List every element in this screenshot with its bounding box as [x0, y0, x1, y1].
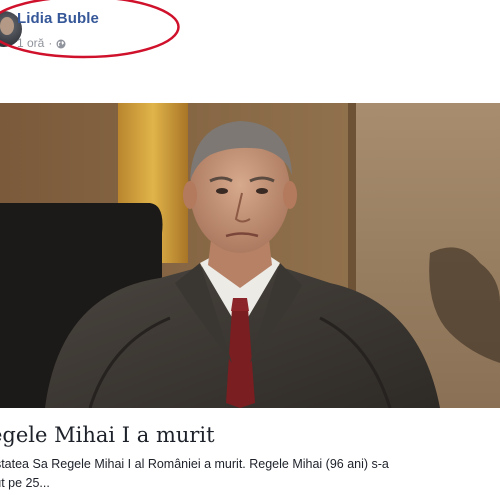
annotation-ellipse	[0, 0, 180, 59]
link-description: estatea Sa Regele Mihai I al României a …	[0, 455, 500, 493]
avatar-face	[0, 17, 14, 35]
post-header: Lidia Buble 1 oră ·	[0, 0, 500, 70]
link-preview-image[interactable]	[0, 103, 500, 408]
post-timestamp[interactable]: 1 oră	[17, 36, 44, 50]
meta-separator: ·	[48, 36, 53, 50]
link-title[interactable]: egele Mihai I a murit	[0, 423, 215, 447]
globe-icon[interactable]	[56, 38, 66, 49]
link-description-line-2: cut pe 25...	[0, 476, 50, 490]
post-meta: 1 oră ·	[17, 36, 66, 50]
author-name[interactable]: Lidia Buble	[17, 10, 99, 27]
portrait-photo	[0, 103, 500, 408]
facebook-post: Lidia Buble 1 oră · egele Mihai I a muri…	[0, 0, 500, 500]
link-description-line-1: estatea Sa Regele Mihai I al României a …	[0, 457, 389, 471]
